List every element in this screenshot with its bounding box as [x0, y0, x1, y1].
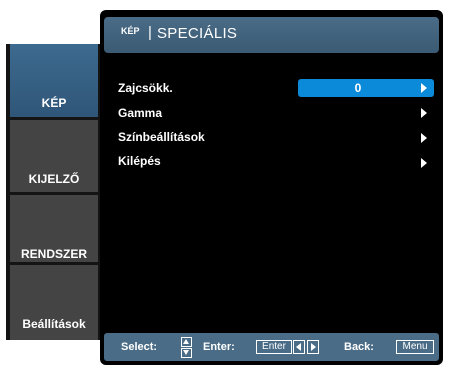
- chevron-right-icon: [421, 83, 427, 93]
- tab-rendszer[interactable]: RENDSZER: [10, 195, 98, 262]
- enter-label: Enter:: [203, 341, 235, 353]
- chevron-right-icon: [421, 133, 427, 143]
- page-title: SPECIÁLIS: [157, 25, 238, 42]
- tab-label: Beállítások: [22, 317, 86, 331]
- chevron-right-icon: [421, 108, 427, 118]
- left-key-icon: [293, 340, 305, 354]
- select-label: Select:: [121, 341, 158, 353]
- back-label: Back:: [344, 341, 374, 353]
- menu-item-szinbeallitasok[interactable]: Színbeállítások: [118, 130, 205, 144]
- header-section-label: KÉP: [121, 26, 140, 36]
- menu-item-kilepes[interactable]: Kilépés: [118, 154, 161, 168]
- menu-item-gamma[interactable]: Gamma: [118, 106, 162, 120]
- tab-beallitasok[interactable]: Beállítások: [10, 265, 98, 340]
- selected-value-box[interactable]: 0: [298, 79, 434, 97]
- menu-item-zajcsokk[interactable]: Zajcsökk.: [118, 81, 173, 95]
- header-separator: |: [148, 24, 152, 41]
- right-key-icon: [307, 340, 319, 354]
- enter-key: Enter: [256, 340, 292, 354]
- up-down-keys-icon: [181, 337, 192, 358]
- menu-key: Menu: [396, 340, 434, 354]
- tab-kijelzo[interactable]: KIJELZŐ: [10, 120, 98, 192]
- tab-label: RENDSZER: [20, 247, 87, 261]
- tab-label: KÉP: [41, 96, 67, 110]
- osd-menu-panel: [100, 10, 443, 365]
- footer-hint-bar: Select: Enter: Enter Back: Menu: [104, 333, 439, 361]
- tab-kep[interactable]: KÉP: [10, 44, 98, 117]
- chevron-right-icon: [421, 158, 427, 168]
- zajcsokk-value: 0: [354, 81, 362, 95]
- tab-label: KIJELZŐ: [28, 172, 80, 186]
- menu-header: KÉP | SPECIÁLIS: [104, 17, 439, 53]
